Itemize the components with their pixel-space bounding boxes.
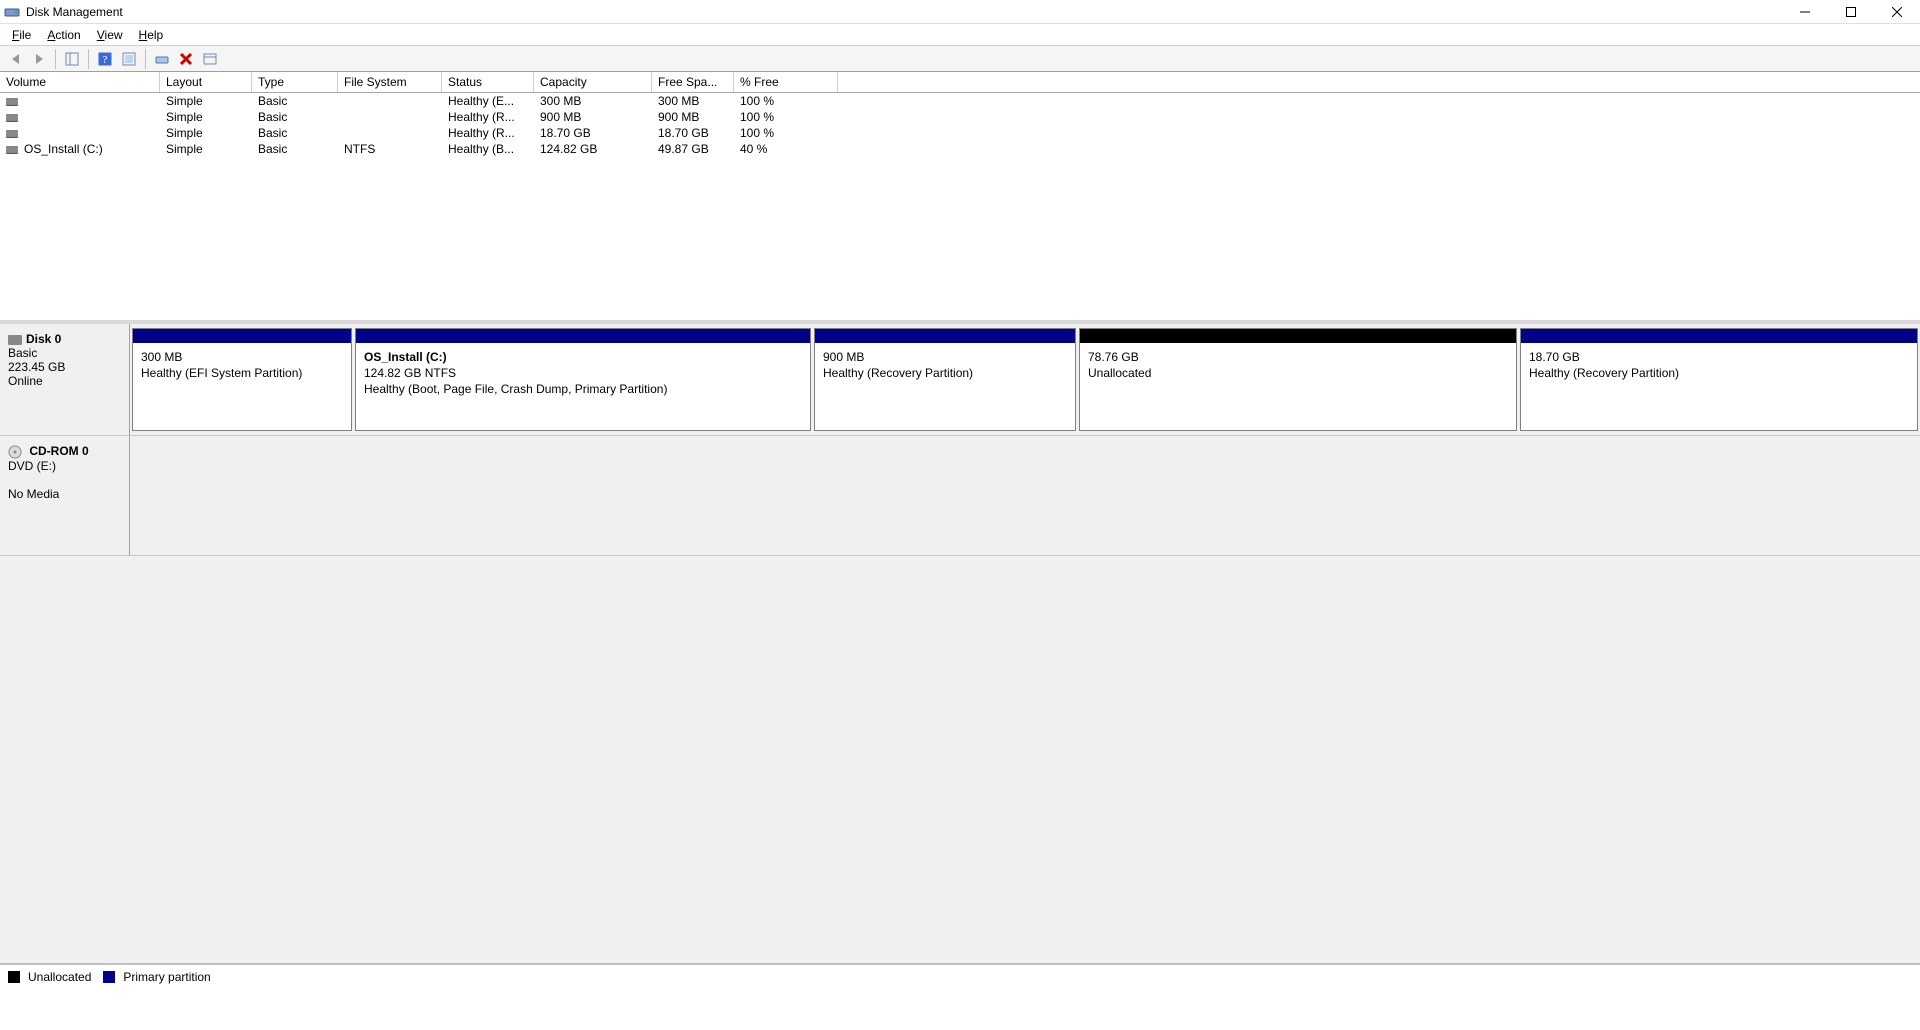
volume-icon <box>6 114 18 122</box>
arrow-left-icon <box>12 54 19 64</box>
partition-bar-icon <box>356 329 810 343</box>
column-file-system[interactable]: File System <box>338 72 442 92</box>
menu-action[interactable]: Action <box>39 26 88 44</box>
disk-status: Online <box>8 374 121 388</box>
svg-text:?: ? <box>103 54 108 66</box>
menu-help[interactable]: Help <box>131 26 172 44</box>
partition[interactable]: 300 MB Healthy (EFI System Partition) <box>132 328 352 431</box>
app-icon <box>4 4 20 20</box>
window-title: Disk Management <box>26 5 123 19</box>
volume-name: OS_Install (C:) <box>24 142 103 156</box>
partition-unallocated[interactable]: 78.76 GB Unallocated <box>1079 328 1517 431</box>
volume-icon <box>6 98 18 106</box>
volume-free: 300 MB <box>652 93 734 109</box>
back-button[interactable] <box>4 48 26 70</box>
partition-status: Healthy (Recovery Partition) <box>823 365 1067 381</box>
partition-status: Healthy (EFI System Partition) <box>141 365 343 381</box>
volume-status: Healthy (E... <box>442 93 534 109</box>
disk-info[interactable]: Disk 0 Basic 223.45 GB Online <box>0 324 130 435</box>
disk-type: Basic <box>8 346 121 360</box>
partition-status: Healthy (Recovery Partition) <box>1529 365 1909 381</box>
delete-button[interactable] <box>175 48 197 70</box>
cdrom-name: CD-ROM 0 <box>29 444 88 458</box>
disk-name: Disk 0 <box>26 332 61 346</box>
refresh-button[interactable] <box>151 48 173 70</box>
disk-map-pane: Disk 0 Basic 223.45 GB Online 300 MB Hea… <box>0 324 1920 964</box>
disk-row: Disk 0 Basic 223.45 GB Online 300 MB Hea… <box>0 324 1920 436</box>
menu-view[interactable]: View <box>89 26 131 44</box>
cdrom-empty-area <box>130 436 1920 555</box>
partition-bar-icon <box>1080 329 1516 343</box>
partition-size: 300 MB <box>141 349 343 365</box>
partition[interactable]: 18.70 GB Healthy (Recovery Partition) <box>1520 328 1918 431</box>
volume-row[interactable]: Simple Basic Healthy (R... 18.70 GB 18.7… <box>0 125 1920 141</box>
forward-button[interactable] <box>28 48 50 70</box>
column-capacity[interactable]: Capacity <box>534 72 652 92</box>
disk-icon <box>8 335 22 345</box>
volume-icon <box>6 146 18 154</box>
volume-row[interactable]: OS_Install (C:) Simple Basic NTFS Health… <box>0 141 1920 157</box>
menu-file[interactable]: File <box>4 26 39 44</box>
volume-type: Basic <box>252 93 338 109</box>
cdrom-row: CD-ROM 0 DVD (E:) No Media <box>0 436 1920 556</box>
partition-size: 18.70 GB <box>1529 349 1909 365</box>
volume-layout: Simple <box>160 93 252 109</box>
column-free-space[interactable]: Free Spa... <box>652 72 734 92</box>
column-percent-free[interactable]: % Free <box>734 72 838 92</box>
minimize-button[interactable] <box>1782 0 1828 24</box>
column-volume[interactable]: Volume <box>0 72 160 92</box>
maximize-button[interactable] <box>1828 0 1874 24</box>
properties-button[interactable] <box>199 48 221 70</box>
column-layout[interactable]: Layout <box>160 72 252 92</box>
partition-bar-icon <box>133 329 351 343</box>
legend-primary-label: Primary partition <box>123 970 210 984</box>
partition-bar-icon <box>815 329 1075 343</box>
partition-size: 900 MB <box>823 349 1067 365</box>
titlebar: Disk Management <box>0 0 1920 24</box>
settings-button[interactable] <box>118 48 140 70</box>
volume-row[interactable]: Simple Basic Healthy (R... 900 MB 900 MB… <box>0 109 1920 125</box>
volume-fs <box>338 93 442 109</box>
legend-unallocated-label: Unallocated <box>28 970 91 984</box>
partition-size: 78.76 GB <box>1088 349 1508 365</box>
cdrom-status: No Media <box>8 487 121 501</box>
column-status[interactable]: Status <box>442 72 534 92</box>
show-hide-console-tree-button[interactable] <box>61 48 83 70</box>
partition-title: OS_Install (C:) <box>364 349 802 365</box>
volume-list-header: Volume Layout Type File System Status Ca… <box>0 72 1920 93</box>
toolbar-separator <box>55 49 56 69</box>
cdrom-info[interactable]: CD-ROM 0 DVD (E:) No Media <box>0 436 130 555</box>
volume-list[interactable]: Volume Layout Type File System Status Ca… <box>0 72 1920 324</box>
menubar: File Action View Help <box>0 24 1920 46</box>
column-type[interactable]: Type <box>252 72 338 92</box>
disk-size: 223.45 GB <box>8 360 121 374</box>
partition[interactable]: OS_Install (C:) 124.82 GB NTFS Healthy (… <box>355 328 811 431</box>
partition-status: Healthy (Boot, Page File, Crash Dump, Pr… <box>364 381 802 397</box>
close-button[interactable] <box>1874 0 1920 24</box>
volume-row[interactable]: Simple Basic Healthy (E... 300 MB 300 MB… <box>0 93 1920 109</box>
partition-size: 124.82 GB NTFS <box>364 365 802 381</box>
arrow-right-icon <box>36 54 43 64</box>
toolbar-separator <box>88 49 89 69</box>
cdrom-drive: DVD (E:) <box>8 459 121 473</box>
partition[interactable]: 900 MB Healthy (Recovery Partition) <box>814 328 1076 431</box>
volume-capacity: 300 MB <box>534 93 652 109</box>
volume-icon <box>6 130 18 138</box>
toolbar-separator <box>145 49 146 69</box>
partition-container: 300 MB Healthy (EFI System Partition) OS… <box>130 324 1920 435</box>
cdrom-icon <box>8 445 22 459</box>
legend-swatch-primary-icon <box>103 971 115 983</box>
volume-percent: 100 % <box>734 93 838 109</box>
legend-swatch-unallocated-icon <box>8 971 20 983</box>
partition-bar-icon <box>1521 329 1917 343</box>
help-button[interactable]: ? <box>94 48 116 70</box>
legend: Unallocated Primary partition <box>0 964 1920 988</box>
partition-status: Unallocated <box>1088 365 1508 381</box>
toolbar: ? <box>0 46 1920 72</box>
